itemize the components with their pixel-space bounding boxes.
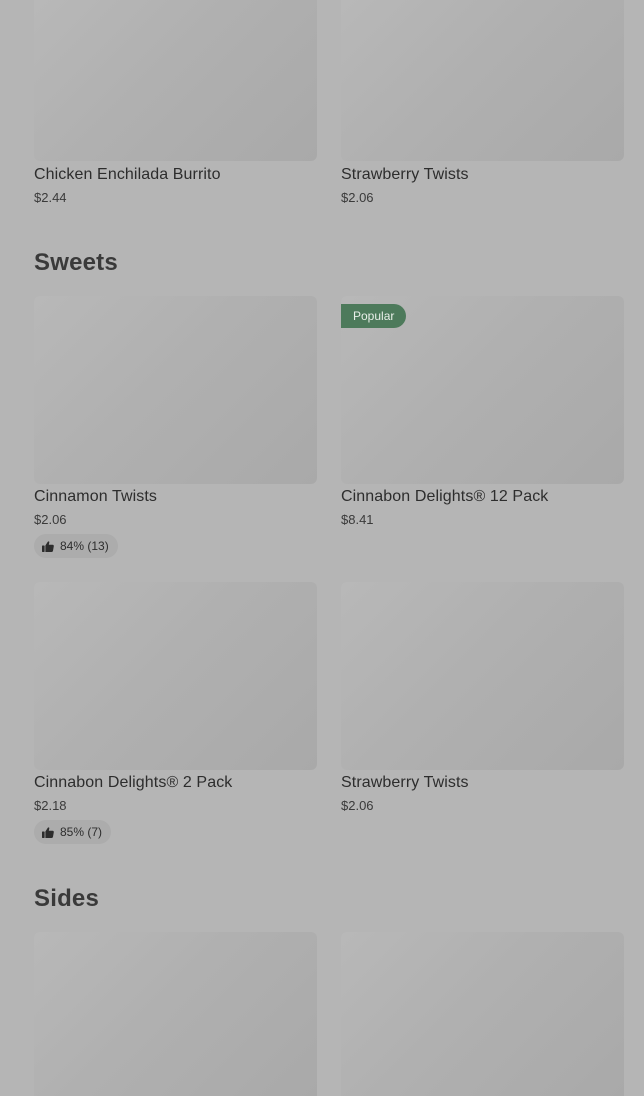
- section-heading-sides: Sides: [34, 885, 100, 912]
- rating-pill: 84% (13): [34, 534, 118, 558]
- item-price: $2.06: [341, 798, 374, 813]
- item-name: Cinnamon Twists: [34, 488, 158, 505]
- popular-badge: Popular: [341, 304, 407, 328]
- item-name: Strawberry Twists: [341, 774, 469, 791]
- rating-text: 85% (7): [60, 825, 103, 839]
- item-name: Cinnabon Delights® 12 Pack: [341, 488, 549, 505]
- item-image[interactable]: [34, 582, 317, 770]
- item-image[interactable]: [34, 296, 317, 484]
- item-price: $2.06: [341, 190, 374, 205]
- menu-item-card[interactable]: Cinnamon Twists $2.06 84% (13): [34, 296, 317, 558]
- menu-item-card[interactable]: Strawberry Twists $2.06: [341, 582, 624, 813]
- item-image[interactable]: Popular: [341, 296, 624, 484]
- item-image[interactable]: [34, 932, 317, 1096]
- menu-item-card[interactable]: Strawberry Twists $2.06: [341, 0, 624, 205]
- rating-text: 84% (13): [60, 539, 109, 553]
- item-price: $2.44: [34, 190, 67, 205]
- item-price: $2.18: [34, 798, 67, 813]
- item-price: $8.41: [341, 512, 374, 527]
- item-image[interactable]: [341, 582, 624, 770]
- item-image[interactable]: [341, 932, 624, 1096]
- item-name: Strawberry Twists: [341, 166, 469, 183]
- section-heading-sweets: Sweets: [34, 249, 118, 276]
- item-name: Cinnabon Delights® 2 Pack: [34, 774, 233, 791]
- menu-item-card[interactable]: Popular Cinnabon Delights® 12 Pack $8.41: [341, 296, 624, 527]
- menu-page: Chicken Enchilada Burrito $2.44 Strawber…: [0, 0, 644, 1096]
- menu-item-card[interactable]: Cinnabon Delights® 2 Pack $2.18 85% (7): [34, 582, 317, 844]
- menu-item-card[interactable]: Chicken Enchilada Burrito $2.44: [34, 0, 317, 205]
- menu-item-card[interactable]: [341, 932, 624, 1096]
- item-price: $2.06: [34, 512, 67, 527]
- menu-item-card[interactable]: [34, 932, 317, 1096]
- thumbs-up-icon: [42, 540, 54, 552]
- item-image[interactable]: [34, 0, 317, 161]
- item-image[interactable]: [341, 0, 624, 161]
- item-name: Chicken Enchilada Burrito: [34, 166, 221, 183]
- thumbs-up-icon: [42, 826, 54, 838]
- rating-pill: 85% (7): [34, 820, 112, 844]
